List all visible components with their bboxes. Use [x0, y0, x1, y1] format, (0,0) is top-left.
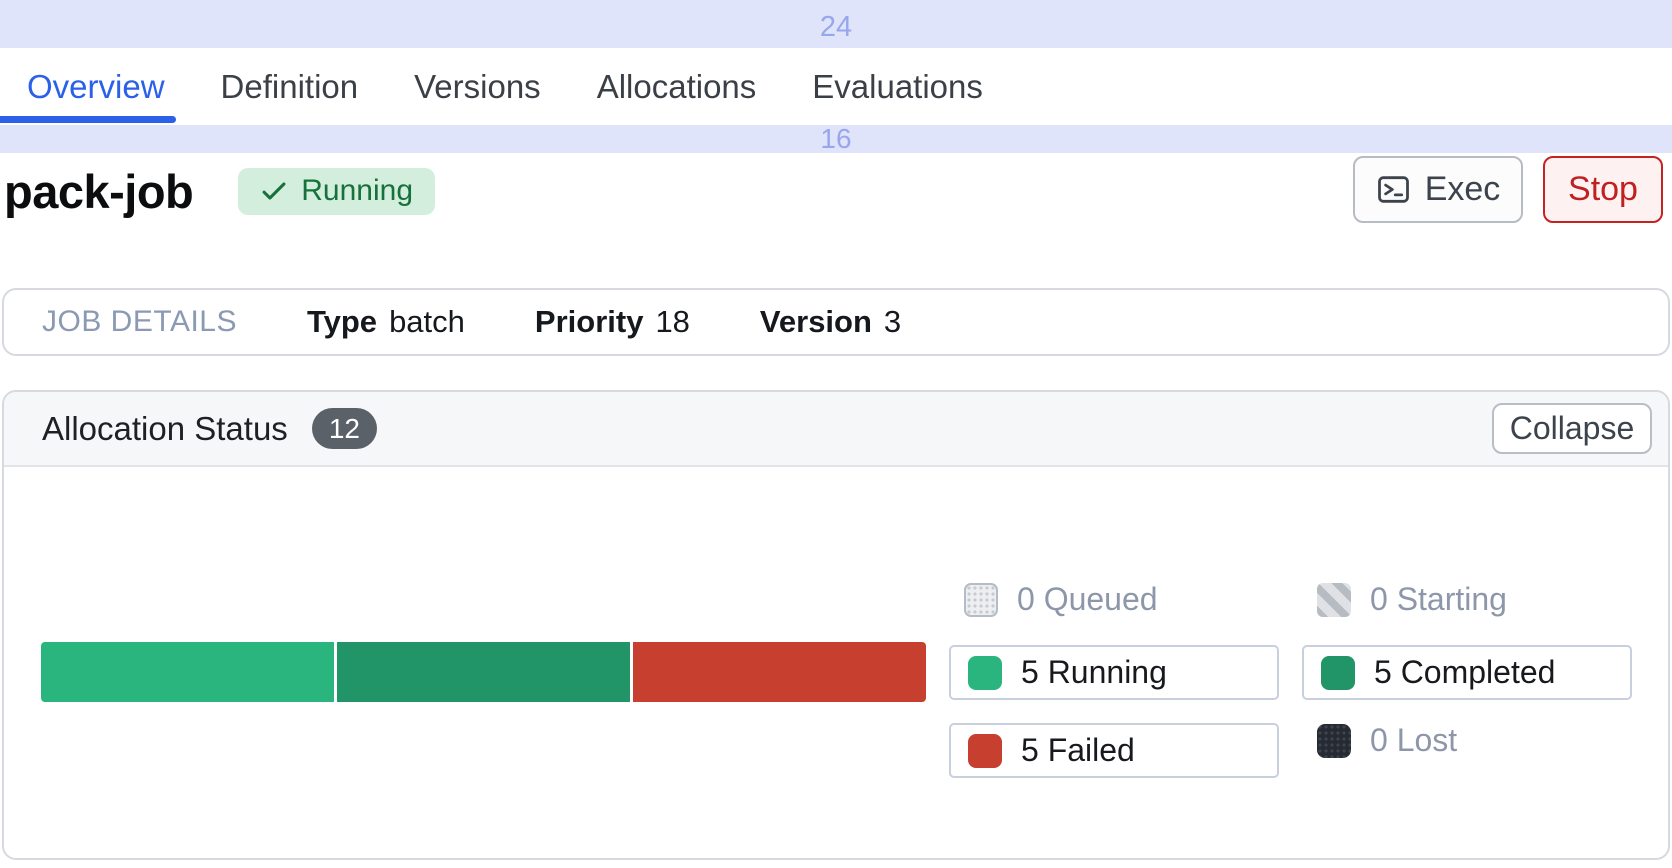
exec-button[interactable]: Exec	[1353, 156, 1523, 223]
allocation-status-header: Allocation Status 12 Collapse	[4, 392, 1668, 467]
completed-swatch-icon	[1321, 656, 1355, 690]
legend-label-lost: 0 Lost	[1370, 722, 1457, 759]
failed-swatch-icon	[968, 734, 1002, 768]
page-title: pack-job	[4, 164, 193, 219]
collapse-button-label: Collapse	[1510, 410, 1635, 446]
legend-item-failed[interactable]: 5 Failed	[949, 723, 1279, 778]
stop-button-label: Stop	[1568, 170, 1638, 208]
terminal-icon	[1376, 172, 1411, 207]
spacing-overlay-middle: 16	[0, 125, 1672, 153]
legend-label-starting: 0 Starting	[1370, 581, 1507, 618]
bar-segment-completed[interactable]	[337, 642, 630, 702]
legend-label-queued: 0 Queued	[1017, 581, 1158, 618]
check-icon	[260, 177, 288, 205]
tab-versions[interactable]: Versions	[414, 68, 541, 106]
allocation-status-body: 0 Queued 5 Running 5 Failed 0 Starting	[4, 467, 1668, 860]
tab-overview[interactable]: Overview	[27, 68, 165, 106]
job-detail-type: Type batch	[307, 304, 465, 340]
active-tab-underline	[0, 116, 176, 123]
job-details-heading: JOB DETAILS	[42, 305, 237, 339]
job-detail-version-label: Version	[760, 304, 872, 340]
tab-evaluations[interactable]: Evaluations	[812, 68, 983, 106]
bar-segment-running[interactable]	[41, 642, 334, 702]
legend-item-queued: 0 Queued	[964, 582, 1158, 617]
stop-button[interactable]: Stop	[1543, 156, 1663, 223]
legend-label-running: 5 Running	[1021, 654, 1167, 691]
page-header-left: pack-job Running	[4, 156, 435, 226]
job-detail-type-label: Type	[307, 304, 377, 340]
legend-item-starting: 0 Starting	[1317, 582, 1507, 617]
bar-segment-failed[interactable]	[633, 642, 926, 702]
job-actions: Exec Stop	[1353, 156, 1663, 223]
legend-item-running[interactable]: 5 Running	[949, 645, 1279, 700]
job-status-label: Running	[301, 174, 413, 208]
job-detail-version: Version 3	[760, 304, 901, 340]
page-header: pack-job Running Exec Stop	[0, 153, 1672, 288]
legend-item-lost: 0 Lost	[1317, 723, 1457, 758]
legend-label-failed: 5 Failed	[1021, 732, 1135, 769]
allocation-count-badge: 12	[312, 408, 377, 449]
allocation-status-panel: Allocation Status 12 Collapse 0 Queued 5…	[2, 390, 1670, 860]
job-tab-bar: Overview Definition Versions Allocations…	[0, 48, 1672, 125]
job-detail-priority-label: Priority	[535, 304, 644, 340]
starting-swatch-icon	[1317, 583, 1351, 617]
queued-swatch-icon	[964, 583, 998, 617]
job-detail-priority-value: 18	[655, 304, 689, 340]
tab-definition[interactable]: Definition	[221, 68, 359, 106]
job-details-panel: JOB DETAILS Type batch Priority 18 Versi…	[2, 288, 1670, 356]
allocation-stacked-bar	[41, 642, 926, 702]
spacing-overlay-top: 24	[0, 0, 1672, 48]
collapse-button[interactable]: Collapse	[1492, 403, 1652, 454]
job-status-badge: Running	[238, 168, 435, 215]
job-detail-priority: Priority 18	[535, 304, 690, 340]
spacing-overlay-top-label: 24	[820, 11, 852, 44]
lost-swatch-icon	[1317, 724, 1351, 758]
tab-allocations[interactable]: Allocations	[597, 68, 757, 106]
job-detail-version-value: 3	[884, 304, 901, 340]
legend-label-completed: 5 Completed	[1374, 654, 1555, 691]
spacing-overlay-middle-label: 16	[820, 123, 851, 155]
running-swatch-icon	[968, 656, 1002, 690]
nomad-job-overview-page: 24 Overview Definition Versions Allocati…	[0, 0, 1672, 868]
allocation-status-title: Allocation Status	[42, 410, 288, 448]
job-detail-type-value: batch	[389, 304, 465, 340]
exec-button-label: Exec	[1425, 170, 1501, 209]
legend-item-completed[interactable]: 5 Completed	[1302, 645, 1632, 700]
